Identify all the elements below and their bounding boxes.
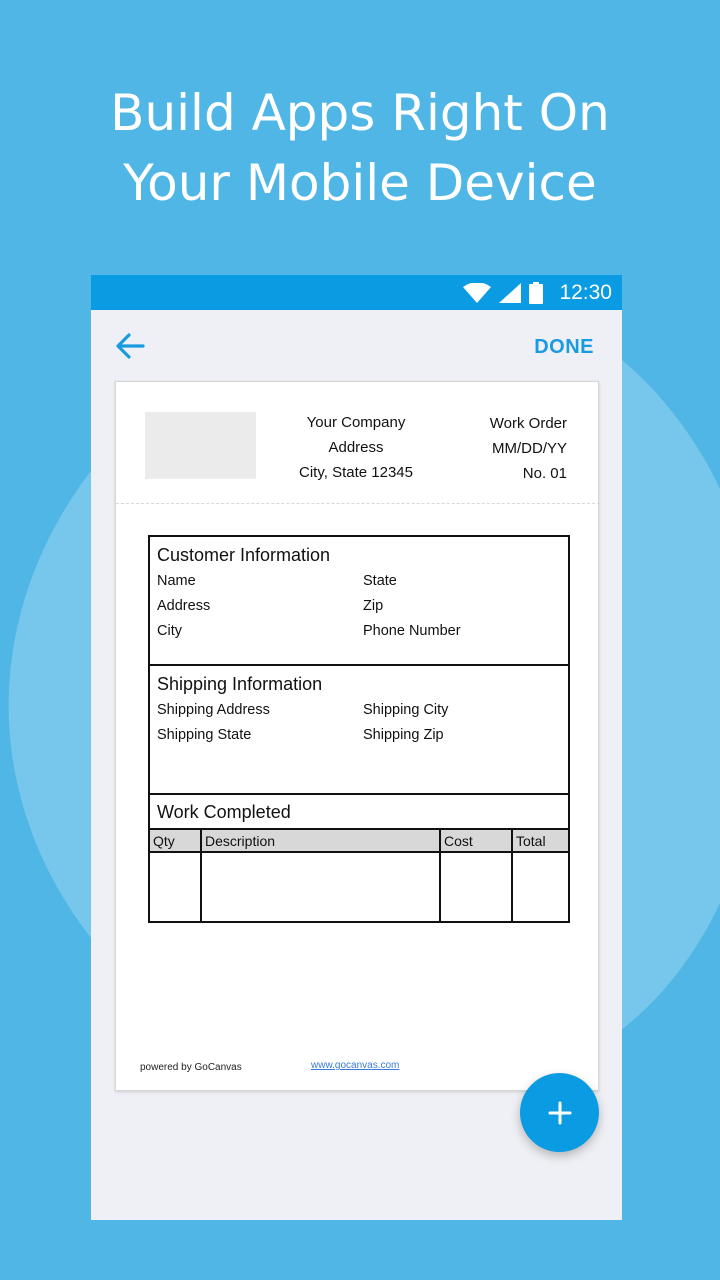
field-label: Name bbox=[157, 573, 196, 589]
field-label: Shipping Zip bbox=[363, 727, 444, 743]
done-button[interactable]: DONE bbox=[534, 336, 594, 359]
shipping-section: Shipping Information Shipping Address Sh… bbox=[150, 666, 568, 795]
column-header-description: Description bbox=[201, 830, 441, 853]
shipping-title: Shipping Information bbox=[157, 674, 323, 694]
field-label: Zip bbox=[363, 598, 384, 614]
field-label: State bbox=[363, 573, 397, 589]
field-label: Address bbox=[157, 598, 211, 614]
signal-icon bbox=[499, 282, 522, 303]
arrow-left-icon[interactable] bbox=[115, 332, 145, 360]
work-order-number: No. 01 bbox=[522, 465, 567, 482]
status-time: 12:30 bbox=[559, 280, 612, 304]
work-items-table: Qty Description Cost Total bbox=[150, 830, 568, 921]
company-address: Address bbox=[328, 439, 384, 456]
work-order-info: Work Order MM/DD/YY No. 01 bbox=[490, 411, 567, 486]
customer-title: Customer Information bbox=[157, 545, 331, 565]
table-cell bbox=[440, 852, 513, 921]
powered-by-label: powered by GoCanvas bbox=[140, 1062, 242, 1073]
field-label: Shipping City bbox=[363, 702, 449, 718]
wifi-icon bbox=[463, 282, 492, 303]
app-bar: DONE bbox=[91, 310, 622, 380]
company-city: City, State 12345 bbox=[299, 464, 413, 481]
field-label: Shipping Address bbox=[157, 702, 270, 718]
column-header-cost: Cost bbox=[440, 830, 513, 853]
headline-line-2: Your Mobile Device bbox=[123, 154, 597, 212]
column-header-qty: Qty bbox=[150, 830, 202, 853]
status-bar: 12:30 bbox=[91, 275, 622, 310]
add-button[interactable] bbox=[520, 1073, 599, 1152]
headline: Build Apps Right On Your Mobile Device bbox=[0, 78, 720, 218]
website-link[interactable]: www.gocanvas.com bbox=[311, 1060, 399, 1071]
plus-icon bbox=[548, 1101, 571, 1124]
headline-line-1: Build Apps Right On bbox=[110, 84, 610, 142]
field-label: Shipping State bbox=[157, 727, 252, 743]
logo-placeholder bbox=[145, 412, 256, 479]
field-label: Phone Number bbox=[363, 623, 461, 639]
work-completed-title: Work Completed bbox=[150, 795, 568, 830]
dashed-divider bbox=[116, 503, 600, 504]
table-cell bbox=[201, 852, 441, 921]
company-name: Your Company bbox=[306, 414, 406, 431]
field-label: City bbox=[157, 623, 182, 639]
work-order-document: Your Company Address City, State 12345 W… bbox=[115, 381, 600, 1091]
work-order-form: Customer Information Name State Address … bbox=[148, 535, 570, 923]
column-header-total: Total bbox=[512, 830, 568, 853]
company-info: Your Company Address City, State 12345 bbox=[276, 410, 436, 485]
battery-icon bbox=[529, 281, 544, 304]
work-order-title: Work Order bbox=[489, 415, 567, 432]
customer-section: Customer Information Name State Address … bbox=[150, 537, 568, 666]
table-cell bbox=[150, 852, 202, 921]
table-cell bbox=[512, 852, 568, 921]
table-row bbox=[150, 852, 568, 921]
work-order-date: MM/DD/YY bbox=[492, 440, 567, 457]
